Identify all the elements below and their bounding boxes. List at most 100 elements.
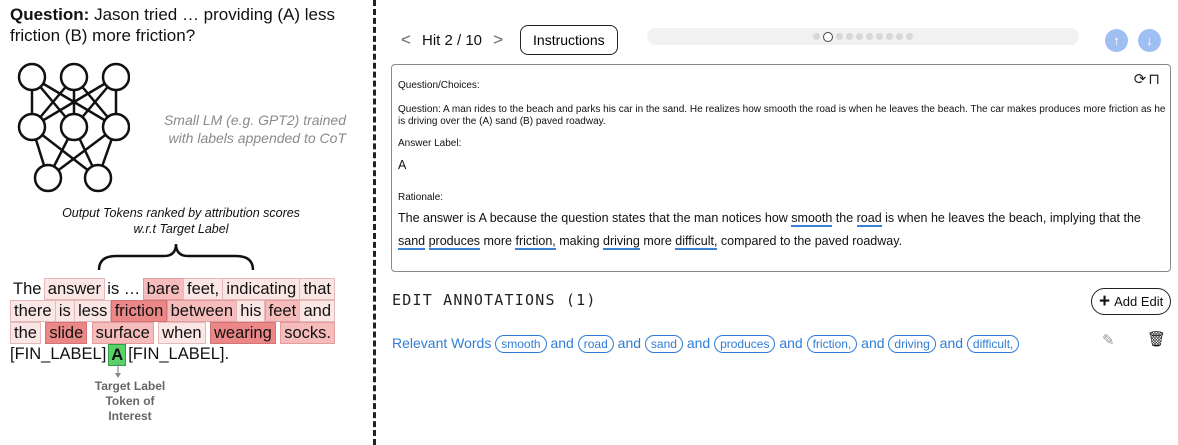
token-line: [FIN_LABEL] A [FIN_LABEL]. [10, 344, 334, 366]
attribution-token: socks. [280, 322, 335, 344]
question-label: Question: [10, 5, 90, 24]
progress-dot-current[interactable] [823, 31, 833, 42]
rationale-fragment: making [555, 234, 604, 248]
highlighted-word[interactable]: smooth [791, 211, 833, 227]
attribution-token: The [13, 280, 42, 298]
fin-label-token: [FIN_LABEL]. [128, 345, 230, 363]
answer-label-title: Answer Label: [398, 138, 462, 149]
rationale-fragment: compared to the paved roadway. [717, 234, 903, 248]
attribution-token: indicating [222, 278, 301, 300]
progress-dot[interactable] [813, 33, 820, 40]
rationale-title: Rationale: [398, 192, 444, 203]
hit-progress-dots [647, 28, 1079, 45]
curly-brace-icon [97, 243, 255, 271]
arrow-up-icon: ↑ [1113, 33, 1120, 48]
relevant-words-annotation[interactable]: Relevant Words smooth and road and sand … [392, 330, 1042, 357]
method-figure: Question: Jason tried … providing (A) le… [0, 0, 362, 445]
highlighted-word[interactable]: difficult, [675, 234, 718, 250]
trash-icon[interactable]: 🗑 [1147, 330, 1166, 348]
rationale-text: The answer is A because the question sta… [398, 207, 1164, 253]
progress-dot[interactable] [896, 33, 903, 40]
rationale-fragment: more [480, 234, 516, 248]
attribution-token: there [10, 300, 56, 322]
attribution-token: friction [110, 300, 168, 322]
add-edit-button[interactable]: + Add Edit [1091, 288, 1172, 315]
attribution-token: when [158, 322, 206, 344]
rationale-fragment: the [832, 211, 857, 225]
attribution-token: bare [142, 278, 184, 300]
token-line: the slide surface when wearing socks. [10, 322, 335, 344]
attribution-token: feet, [182, 278, 224, 300]
relevant-words-label: Relevant Words [392, 335, 496, 351]
attribution-token: wearing [210, 322, 276, 344]
relevant-word-chip[interactable]: smooth [495, 335, 547, 353]
attribution-token: slide [45, 322, 88, 344]
rationale-fragment: more [639, 234, 676, 248]
question-choices-text: Question: A man rides to the beach and p… [398, 104, 1166, 127]
relevant-word-chip[interactable]: produces [714, 335, 776, 353]
answer-label-value: A [398, 158, 407, 172]
token-line: The answer is … bare feet, indicating that [10, 278, 335, 300]
question-answer-panel: ⟳⊓ Question/Choices: Question: A man rid… [391, 64, 1171, 272]
neural-network-icon [17, 62, 130, 193]
relevant-word-chip[interactable]: driving [888, 335, 936, 353]
progress-dot[interactable] [836, 33, 843, 40]
rationale-fragment: The answer is A because the question sta… [398, 211, 792, 225]
highlighted-word[interactable]: road [856, 211, 882, 227]
attribution-token: and [299, 300, 335, 322]
attribution-token: between [166, 300, 237, 322]
highlighted-word[interactable]: friction, [515, 234, 556, 250]
attribution-token: the [10, 322, 41, 344]
bookmark-icon[interactable]: ⊓ [1148, 71, 1162, 88]
fin-label-token: [FIN_LABEL] [10, 345, 107, 363]
attribution-token: feet [264, 300, 301, 322]
down-arrow-icon [115, 363, 121, 378]
scroll-down-button[interactable]: ↓ [1138, 29, 1161, 52]
progress-dot[interactable] [906, 33, 913, 40]
hit-counter: Hit 2 / 10 [422, 31, 483, 49]
refresh-icon[interactable]: ⟳ [1134, 71, 1149, 88]
conjunction: and [682, 335, 715, 351]
question-choices-label: Question/Choices: [398, 80, 480, 91]
rationale-fragment: is when he leaves the beach, implying th… [881, 211, 1141, 225]
instructions-button[interactable]: Instructions [520, 25, 618, 55]
conjunction: and [857, 335, 889, 351]
hit-navigation: < Hit 2 / 10 > Instructions [398, 25, 618, 55]
edit-annotations-title: EDIT ANNOTATIONS (1) [392, 291, 597, 309]
relevant-word-chip[interactable]: friction, [806, 335, 858, 353]
attribution-tokens: The answer is … bare feet, indicating that the… [10, 278, 335, 366]
target-label-caption: Target Label Token of Interest [94, 379, 166, 423]
conjunction: and [775, 335, 807, 351]
highlighted-word[interactable]: produces [428, 234, 481, 250]
highlighted-word[interactable]: driving [603, 234, 640, 250]
progress-dot[interactable] [846, 33, 853, 40]
progress-dot[interactable] [876, 33, 883, 40]
output-tokens-caption: Output Tokens ranked by attribution scor… [62, 206, 300, 236]
add-edit-label: Add Edit [1114, 294, 1164, 309]
panel-divider [373, 0, 376, 445]
attribution-token: his [236, 300, 266, 322]
conjunction: and [613, 335, 645, 351]
conjunction: and [546, 335, 578, 351]
conjunction: and [935, 335, 967, 351]
attribution-token: less [74, 300, 112, 322]
attribution-token: that [299, 278, 335, 300]
token-line: there is less friction between his feet and [10, 300, 335, 322]
model-caption: Small LM (e.g. GPT2) trained with labels… [163, 112, 346, 146]
progress-dot[interactable] [866, 33, 873, 40]
attribution-token: surface [91, 322, 154, 344]
next-hit-button[interactable]: > [490, 30, 506, 50]
plus-icon: + [1099, 291, 1111, 312]
relevant-word-chip[interactable]: sand [644, 335, 683, 353]
pencil-icon[interactable]: ✎ [1102, 331, 1115, 349]
progress-dot[interactable] [886, 33, 893, 40]
attribution-token: answer [43, 278, 105, 300]
panel-actions: ⟳⊓ [1134, 70, 1162, 88]
progress-dot[interactable] [856, 33, 863, 40]
question-text: Question: Jason tried … providing (A) le… [10, 4, 360, 46]
scroll-up-button[interactable]: ↑ [1105, 29, 1128, 52]
relevant-word-chip[interactable]: difficult, [966, 335, 1020, 353]
highlighted-word[interactable]: sand [398, 234, 426, 250]
prev-hit-button[interactable]: < [398, 30, 414, 50]
relevant-word-chip[interactable]: road [577, 335, 614, 353]
